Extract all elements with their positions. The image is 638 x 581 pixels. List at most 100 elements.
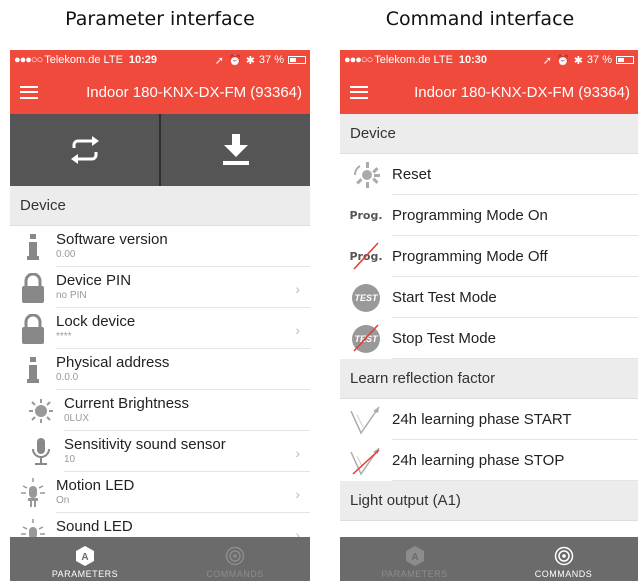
- svg-text:A: A: [411, 552, 418, 563]
- prog-off-icon: Prog.: [340, 236, 392, 277]
- signal-icon: ●●●○○: [344, 54, 373, 66]
- command-label: Start Test Mode: [392, 277, 638, 318]
- info-icon: [10, 349, 56, 390]
- param-device-pin[interactable]: Device PIN no PIN ›: [10, 267, 310, 308]
- row-label: Physical address: [56, 354, 170, 371]
- row-label: Current Brightness: [64, 395, 190, 412]
- test-off-icon: TEST: [340, 318, 392, 359]
- signal-icon: ●●●○○: [14, 54, 43, 66]
- tab-label: PARAMETERS: [51, 569, 119, 579]
- parameters-tab-icon: A: [405, 546, 424, 566]
- learning-phase-icon: [340, 399, 392, 440]
- brightness-icon: [18, 390, 64, 431]
- battery-icon: [616, 56, 634, 64]
- command-learning-phase-start[interactable]: 24h learning phase START: [340, 399, 638, 440]
- section-learn-reflection-factor: Learn reflection factor: [340, 359, 638, 399]
- phone-command-interface: ●●●○○ Telekom.de LTE 10:30 ➚ ⏰ ✱ 37 % In…: [340, 50, 638, 581]
- download-icon: [222, 134, 249, 165]
- led-icon: [10, 472, 56, 513]
- device-title: Indoor 180-KNX-DX-FM (93364): [86, 83, 302, 101]
- status-bar: ●●●○○ Telekom.de LTE 10:29 ➚ ⏰ ✱ 37 %: [10, 50, 310, 70]
- row-label: Sound LED: [56, 518, 133, 535]
- command-label: 24h learning phase START: [392, 399, 638, 440]
- command-programming-mode-off[interactable]: Prog. Programming Mode Off: [340, 236, 638, 277]
- command-reset[interactable]: Reset: [340, 154, 638, 195]
- command-learning-phase-stop[interactable]: 24h learning phase STOP: [340, 440, 638, 481]
- row-label: Device PIN: [56, 272, 132, 289]
- sync-icon: [70, 136, 99, 164]
- section-device: Device: [10, 186, 310, 226]
- device-title: Indoor 180-KNX-DX-FM (93364): [414, 83, 630, 101]
- param-motion-led[interactable]: Motion LED On ›: [10, 472, 310, 513]
- parameters-tab-icon: A: [76, 546, 94, 566]
- alarm-icon: ⏰: [228, 54, 242, 67]
- parameter-list: Software version 0.00 Device PIN no PIN › …: [10, 226, 310, 554]
- prog-icon: Prog.: [349, 209, 383, 222]
- location-icon: ➚: [214, 54, 224, 67]
- menu-icon[interactable]: [20, 85, 38, 99]
- action-toolbar: [10, 114, 310, 186]
- download-button[interactable]: [159, 114, 310, 186]
- app-header: ●●●○○ Telekom.de LTE 10:29 ➚ ⏰ ✱ 37 % In…: [10, 50, 310, 114]
- command-label: Programming Mode Off: [392, 236, 638, 277]
- command-label: 24h learning phase STOP: [392, 440, 638, 481]
- tab-label: COMMANDS: [206, 569, 264, 579]
- status-time: 10:30: [458, 54, 488, 66]
- param-current-brightness[interactable]: Current Brightness 0LUX: [10, 390, 310, 431]
- chevron-right-icon: ›: [295, 445, 300, 461]
- row-label: Motion LED: [56, 477, 135, 494]
- sync-button[interactable]: [10, 114, 159, 186]
- param-lock-device[interactable]: Lock device **** ›: [10, 308, 310, 349]
- chevron-right-icon: ›: [295, 322, 300, 338]
- param-sensitivity-sound-sensor[interactable]: Sensitivity sound sensor 10 ›: [10, 431, 310, 472]
- tab-commands[interactable]: COMMANDS: [489, 537, 638, 581]
- row-value: On: [56, 495, 70, 506]
- commands-tab-icon: [554, 546, 573, 566]
- battery-icon: [288, 56, 306, 64]
- tab-parameters[interactable]: A PARAMETERS: [10, 537, 160, 581]
- row-label: Sensitivity sound sensor: [64, 436, 226, 453]
- caption-parameter-interface: Parameter interface: [65, 8, 255, 30]
- tab-bar: A PARAMETERS COMMANDS: [340, 537, 638, 581]
- param-software-version[interactable]: Software version 0.00: [10, 226, 310, 267]
- bluetooth-icon: ✱: [573, 54, 583, 67]
- learning-phase-off-icon: [340, 440, 392, 481]
- tab-bar: A PARAMETERS COMMANDS: [10, 537, 310, 581]
- commands-tab-icon: [225, 546, 245, 566]
- section-device: Device: [340, 114, 638, 154]
- row-value: 0.00: [56, 249, 76, 260]
- command-start-test-mode[interactable]: TEST Start Test Mode: [340, 277, 638, 318]
- tab-label: PARAMETERS: [381, 569, 448, 579]
- row-value: no PIN: [56, 290, 87, 301]
- carrier-label: Telekom.de LTE: [374, 54, 453, 66]
- command-label: Programming Mode On: [392, 195, 638, 236]
- row-value: 0LUX: [64, 413, 90, 424]
- lock-icon: [10, 308, 56, 349]
- caption-command-interface: Command interface: [385, 8, 575, 30]
- battery-percent: 37 %: [258, 54, 284, 66]
- tab-label: COMMANDS: [534, 569, 593, 579]
- info-icon: [10, 226, 56, 267]
- status-time: 10:29: [128, 54, 158, 66]
- command-stop-test-mode[interactable]: TEST Stop Test Mode: [340, 318, 638, 359]
- command-label: Reset: [392, 154, 638, 195]
- battery-percent: 37 %: [586, 54, 612, 66]
- chevron-right-icon: ›: [295, 486, 300, 502]
- row-value: 10: [64, 454, 76, 465]
- alarm-icon: ⏰: [556, 54, 570, 67]
- param-physical-address[interactable]: Physical address 0.0.0: [10, 349, 310, 390]
- tab-commands[interactable]: COMMANDS: [160, 537, 310, 581]
- svg-text:A: A: [81, 552, 88, 563]
- status-bar: ●●●○○ Telekom.de LTE 10:30 ➚ ⏰ ✱ 37 %: [340, 50, 638, 70]
- chevron-right-icon: ›: [295, 281, 300, 297]
- phone-parameter-interface: ●●●○○ Telekom.de LTE 10:29 ➚ ⏰ ✱ 37 % In…: [10, 50, 310, 581]
- row-label: Software version: [56, 231, 168, 248]
- lock-icon: [10, 267, 56, 308]
- section-light-output: Light output (A1): [340, 481, 638, 521]
- row-value: ****: [56, 331, 72, 342]
- command-programming-mode-on[interactable]: Prog. Programming Mode On: [340, 195, 638, 236]
- tab-parameters[interactable]: A PARAMETERS: [340, 537, 489, 581]
- menu-icon[interactable]: [350, 85, 368, 99]
- row-label: Lock device: [56, 313, 136, 330]
- reset-icon: [340, 154, 392, 195]
